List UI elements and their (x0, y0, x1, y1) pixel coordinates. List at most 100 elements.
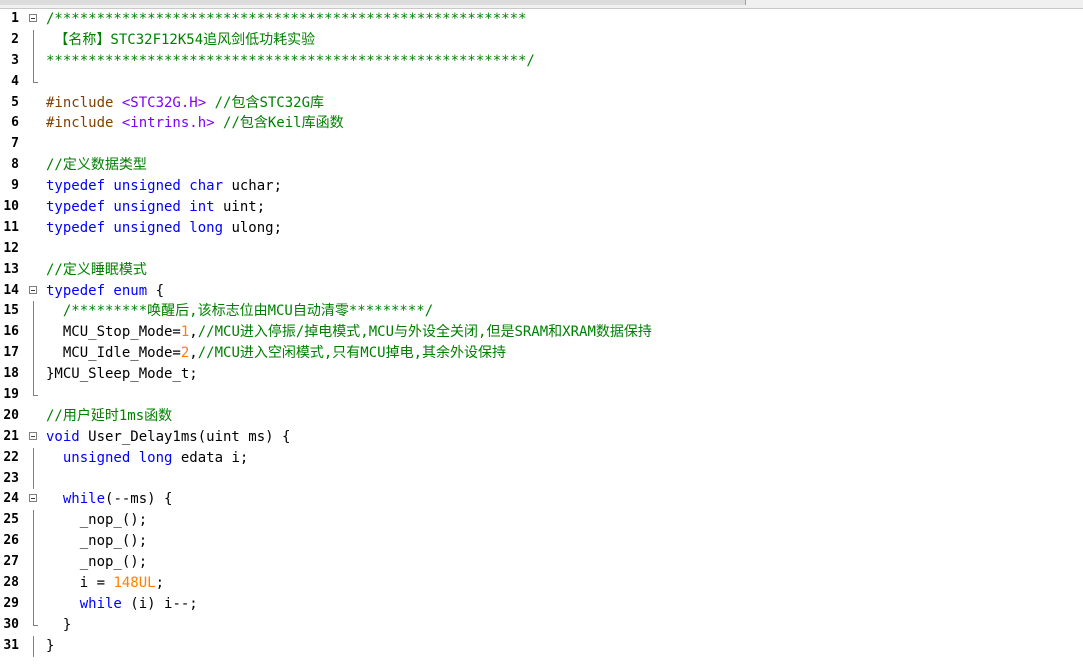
code-line[interactable]: unsigned long edata i; (46, 448, 1076, 469)
fold-marker (24, 239, 40, 260)
fold-marker (24, 71, 40, 93)
code-line[interactable]: //定义数据类型 (46, 155, 1076, 176)
code-token: , (189, 324, 198, 341)
code-line[interactable]: #include <STC32G.H> //包含STC32G库 (46, 93, 1076, 114)
code-line[interactable] (46, 72, 1076, 93)
fold-marker[interactable] (24, 281, 40, 302)
code-token: #include (46, 94, 122, 111)
fold-line (33, 29, 34, 51)
code-line[interactable]: typedef unsigned int uint; (46, 197, 1076, 218)
fold-marker (24, 364, 40, 386)
code-line[interactable]: //定义睡眠模式 (46, 260, 1076, 281)
fold-marker (24, 218, 40, 239)
code-line[interactable]: //用户延时1ms函数 (46, 406, 1076, 427)
fold-margin[interactable] (24, 9, 40, 669)
active-tab[interactable] (0, 0, 746, 5)
fold-line (33, 447, 34, 469)
code-line[interactable]: /***************************************… (46, 9, 1076, 30)
code-line[interactable] (46, 469, 1076, 490)
collapse-icon[interactable] (29, 431, 37, 440)
line-number: 25 (3, 512, 19, 528)
fold-line (33, 322, 34, 344)
line-number-gutter: 1 2 3 4 5 6 7 8 9 10 11 12 13 14 15 16 17 18 19 20 21 22 23 24 2… (0, 9, 24, 669)
line-number: 13 (3, 261, 19, 277)
code-token: typedef unsigned char (46, 178, 224, 195)
line-number: 21 (3, 428, 19, 444)
code-line[interactable]: typedef enum { (46, 281, 1076, 302)
line-number: 3 (11, 52, 19, 68)
code-line[interactable] (46, 239, 1076, 260)
code-token: _nop_(); (46, 554, 148, 571)
code-line[interactable]: void User_Delay1ms(uint ms) { (46, 427, 1076, 448)
line-number: 26 (3, 533, 19, 549)
code-token: }MCU_Sleep_Mode_t; (46, 366, 198, 383)
code-token: //包含STC32G库 (214, 94, 325, 111)
fold-marker (24, 93, 40, 114)
collapse-icon[interactable] (29, 285, 37, 294)
fold-marker[interactable] (24, 489, 40, 510)
code-line[interactable]: 【名称】STC32F12K54追风剑低功耗实验 (46, 30, 1076, 51)
tab-strip (0, 0, 1083, 9)
code-line[interactable]: } (46, 636, 1076, 657)
code-token: (i) i--; (121, 595, 198, 612)
code-token: typedef enum (46, 282, 148, 299)
code-editor[interactable]: 1 2 3 4 5 6 7 8 9 10 11 12 13 14 15 16 17 18 19 20 21 22 23 24 2… (0, 9, 1083, 669)
fold-marker (24, 406, 40, 427)
code-line[interactable]: _nop_(); (46, 510, 1076, 531)
code-token: /***************************************… (46, 11, 527, 27)
line-number: 1 (11, 11, 19, 26)
fold-line (33, 593, 34, 615)
fold-marker[interactable] (24, 427, 40, 448)
code-token: //用户延时1ms函数 (46, 407, 173, 424)
code-token: //MCU进入停振/掉电模式,MCU与外设全关闭,但是SRAM和XRAM数据保持 (197, 324, 652, 341)
fold-marker (24, 468, 40, 490)
code-line[interactable]: _nop_(); (46, 552, 1076, 573)
code-line[interactable]: #include <intrins.h> //包含Keil库函数 (46, 113, 1076, 134)
fold-marker (24, 260, 40, 281)
code-token: (--ms) { (105, 491, 173, 508)
code-line[interactable]: MCU_Stop_Mode=1,//MCU进入停振/掉电模式,MCU与外设全关闭… (46, 322, 1076, 343)
line-number: 31 (3, 637, 19, 653)
code-line[interactable]: ****************************************… (46, 51, 1076, 72)
code-token: //包含Keil库函数 (223, 115, 344, 132)
code-line[interactable] (46, 385, 1076, 406)
code-area[interactable]: /***************************************… (46, 9, 1076, 669)
collapse-icon[interactable] (29, 14, 37, 22)
fold-marker (24, 134, 40, 155)
line-number: 16 (3, 324, 19, 340)
line-number: 6 (11, 115, 19, 131)
code-token: <STC32G.H> (121, 94, 207, 111)
code-token: //定义数据类型 (46, 157, 147, 174)
line-number: 8 (11, 157, 19, 173)
code-token: ****************************************… (46, 52, 535, 69)
code-line[interactable]: while(--ms) { (46, 489, 1076, 510)
line-number: 20 (3, 407, 19, 423)
code-line[interactable]: MCU_Idle_Mode=2,//MCU进入空闲模式,只有MCU掉电,其余外设… (46, 343, 1076, 364)
code-line[interactable]: _nop_(); (46, 531, 1076, 552)
code-line[interactable]: typedef unsigned long ulong; (46, 218, 1076, 239)
code-token: uchar; (223, 178, 283, 195)
fold-marker (24, 531, 40, 553)
code-line[interactable]: /*********唤醒后,该标志位由MCU自动清零*********/ (46, 301, 1076, 322)
fold-marker (24, 510, 40, 532)
fold-marker[interactable] (24, 9, 40, 30)
code-token: 【名称】STC32F12K54追风剑低功耗实验 (46, 31, 316, 48)
line-number: 14 (3, 282, 19, 298)
line-number: 17 (3, 345, 19, 361)
code-token: ulong; (223, 219, 283, 236)
code-line[interactable] (46, 134, 1076, 155)
code-token: edata i; (172, 449, 249, 466)
fold-marker (24, 593, 40, 615)
code-line[interactable]: while (i) i--; (46, 594, 1076, 615)
line-number: 27 (3, 554, 19, 570)
line-number: 10 (3, 199, 19, 215)
code-line[interactable]: typedef unsigned char uchar; (46, 176, 1076, 197)
code-line[interactable]: } (46, 615, 1076, 636)
code-line[interactable]: i = 148UL; (46, 573, 1076, 594)
code-line[interactable]: }MCU_Sleep_Mode_t; (46, 364, 1076, 385)
collapse-icon[interactable] (29, 494, 37, 503)
line-number: 29 (3, 595, 19, 611)
